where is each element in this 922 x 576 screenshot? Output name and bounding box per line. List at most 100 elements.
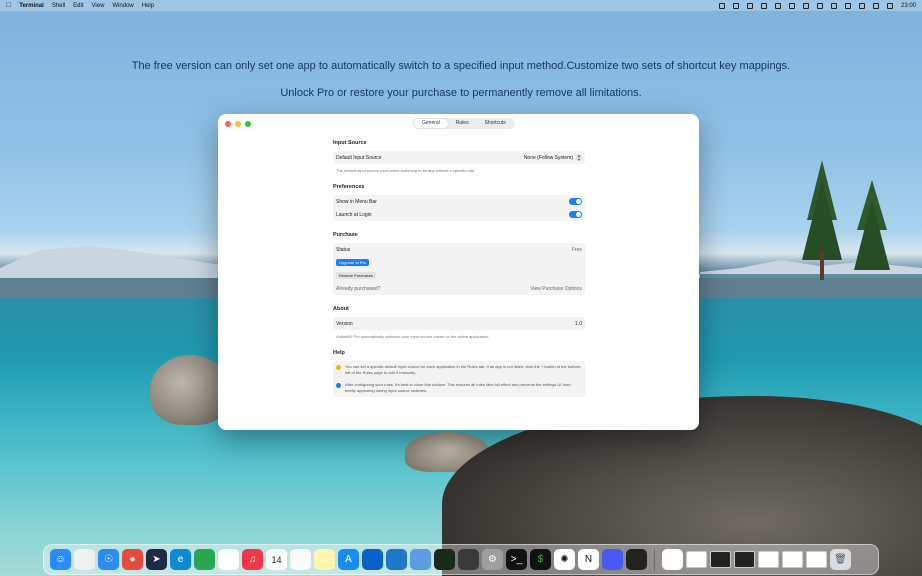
tab-bar: General Rules Shortcuts <box>413 118 515 129</box>
telegram-icon[interactable]: ➤ <box>146 549 167 570</box>
default-input-source-label: Default Input Source <box>336 154 382 161</box>
lightbulb-icon <box>336 365 341 370</box>
section-title-help: Help <box>333 350 345 356</box>
section-title-about: About <box>333 306 349 312</box>
status-icon[interactable] <box>816 2 823 9</box>
status-icon[interactable] <box>788 2 795 9</box>
minimized-window-thumbnail[interactable] <box>710 551 731 568</box>
status-icon[interactable] <box>746 2 753 9</box>
app-icon[interactable] <box>434 549 455 570</box>
reminders-icon[interactable] <box>290 549 311 570</box>
version-label: Version <box>336 320 353 327</box>
upgrade-button[interactable]: Upgrade to Pro <box>336 259 370 266</box>
app-icon[interactable] <box>626 549 647 570</box>
iterm-icon[interactable]: $ <box>530 549 551 570</box>
finder-icon[interactable]: ☺ <box>50 549 71 570</box>
chatgpt-icon[interactable]: ✺ <box>554 549 575 570</box>
vscode-icon[interactable] <box>386 549 407 570</box>
section-title-preferences: Preferences <box>333 184 365 190</box>
app-icon[interactable] <box>458 549 479 570</box>
status-icon[interactable] <box>802 2 809 9</box>
photos-icon[interactable] <box>218 549 239 570</box>
preview-icon[interactable] <box>662 549 683 570</box>
status-icon[interactable] <box>830 2 837 9</box>
about-card: Version 1.0 <box>333 317 585 330</box>
default-input-source-select[interactable]: None (Follow System) ▲ ▼ <box>524 154 582 161</box>
notion-icon[interactable]: N <box>578 549 599 570</box>
menu-view[interactable]: View <box>92 3 105 9</box>
tab-shortcuts[interactable]: Shortcuts <box>477 119 514 128</box>
apple-icon[interactable]:  <box>6 2 11 9</box>
minimized-window-thumbnail[interactable] <box>782 551 803 568</box>
launchpad-icon[interactable] <box>74 549 95 570</box>
close-button[interactable] <box>225 121 231 127</box>
zoom-button[interactable] <box>245 121 251 127</box>
maps-icon[interactable] <box>194 549 215 570</box>
status-icon[interactable] <box>774 2 781 9</box>
restore-purchases-button[interactable]: Restore Purchases <box>336 272 377 279</box>
show-menu-bar-toggle[interactable] <box>569 198 582 205</box>
wifi-icon[interactable] <box>858 2 865 9</box>
chevron-updown-icon: ▲ ▼ <box>576 153 582 162</box>
system-settings-icon[interactable]: ⚙ <box>482 549 503 570</box>
help-tip-2: After configuring your rules, it's best … <box>345 382 571 393</box>
dock-separator <box>654 548 655 571</box>
chrome-icon[interactable]: ● <box>122 549 143 570</box>
default-input-source-value: None (Follow System) <box>523 154 573 161</box>
already-purchased-label: Already purchased? <box>336 285 381 292</box>
input-source-card: Default Input Source None (Follow System… <box>333 151 585 164</box>
section-title-purchase: Purchase <box>333 232 358 238</box>
banner-line-2: Unlock Pro or restore your purchase to p… <box>280 87 642 99</box>
launch-login-label: Launch at Login <box>336 211 372 218</box>
minimized-window-thumbnail[interactable] <box>734 551 755 568</box>
settings-content: Input Source Default Input Source None (… <box>333 140 585 397</box>
notes-icon[interactable] <box>314 549 335 570</box>
battery-icon[interactable] <box>872 2 879 9</box>
xcode-icon[interactable] <box>362 549 383 570</box>
status-icon[interactable] <box>732 2 739 9</box>
safari-icon[interactable]: ☉ <box>98 549 119 570</box>
help-card: You can set a specific default input sou… <box>333 361 585 397</box>
minimized-window-thumbnail[interactable] <box>758 551 779 568</box>
menu-window[interactable]: Window <box>112 3 133 9</box>
status-icon[interactable] <box>760 2 767 9</box>
launch-login-toggle[interactable] <box>569 211 582 218</box>
menu-help[interactable]: Help <box>142 3 154 9</box>
purchase-card: Status Free Upgrade to Pro Restore Purch… <box>333 243 585 295</box>
minimize-button[interactable] <box>235 121 241 127</box>
status-icon[interactable] <box>844 2 851 9</box>
status-icon[interactable] <box>718 2 725 9</box>
view-purchase-options-link[interactable]: View Purchase Options <box>530 286 582 292</box>
music-icon[interactable]: ♫ <box>242 549 263 570</box>
calendar-icon[interactable]: 14 <box>266 549 287 570</box>
banner-line-1: The free version can only set one app to… <box>131 60 791 72</box>
menu-shell[interactable]: Shell <box>52 3 65 9</box>
info-icon <box>336 383 341 388</box>
edge-icon[interactable]: e <box>170 549 191 570</box>
version-value: 1.0 <box>575 320 582 327</box>
app-store-icon[interactable]: A <box>338 549 359 570</box>
status-value: Free <box>571 246 582 253</box>
section-title-input-source: Input Source <box>333 140 367 146</box>
settings-window: General Rules Shortcuts Input Source Def… <box>218 114 699 430</box>
control-center-icon[interactable] <box>886 2 893 9</box>
trash-icon[interactable]: 🗑 <box>830 549 851 570</box>
status-label: Status <box>336 246 351 253</box>
menu-clock[interactable]: 23:00 <box>901 3 916 9</box>
window-controls <box>225 121 251 127</box>
minimized-window-thumbnail[interactable] <box>806 551 827 568</box>
show-menu-bar-label: Show in Menu Bar <box>336 198 377 205</box>
minimized-window-thumbnail[interactable] <box>686 551 707 568</box>
tab-rules[interactable]: Rules <box>448 119 477 128</box>
app-icon[interactable] <box>410 549 431 570</box>
tab-general[interactable]: General <box>414 119 448 128</box>
help-tip-1: You can set a specific default input sou… <box>345 364 582 375</box>
pine-trees <box>792 160 902 280</box>
terminal-icon[interactable]: >_ <box>506 549 527 570</box>
menu-bar:  Terminal Shell Edit View Window Help 2… <box>0 0 922 11</box>
menu-terminal[interactable]: Terminal <box>19 3 44 9</box>
app-icon[interactable] <box>602 549 623 570</box>
dock: ☺ ☉ ● ➤ e ♫ 14 A ⚙ >_ $ ✺ N 🗑 <box>43 544 879 575</box>
preferences-card: Show in Menu Bar Launch at Login <box>333 195 585 221</box>
menu-edit[interactable]: Edit <box>73 3 83 9</box>
